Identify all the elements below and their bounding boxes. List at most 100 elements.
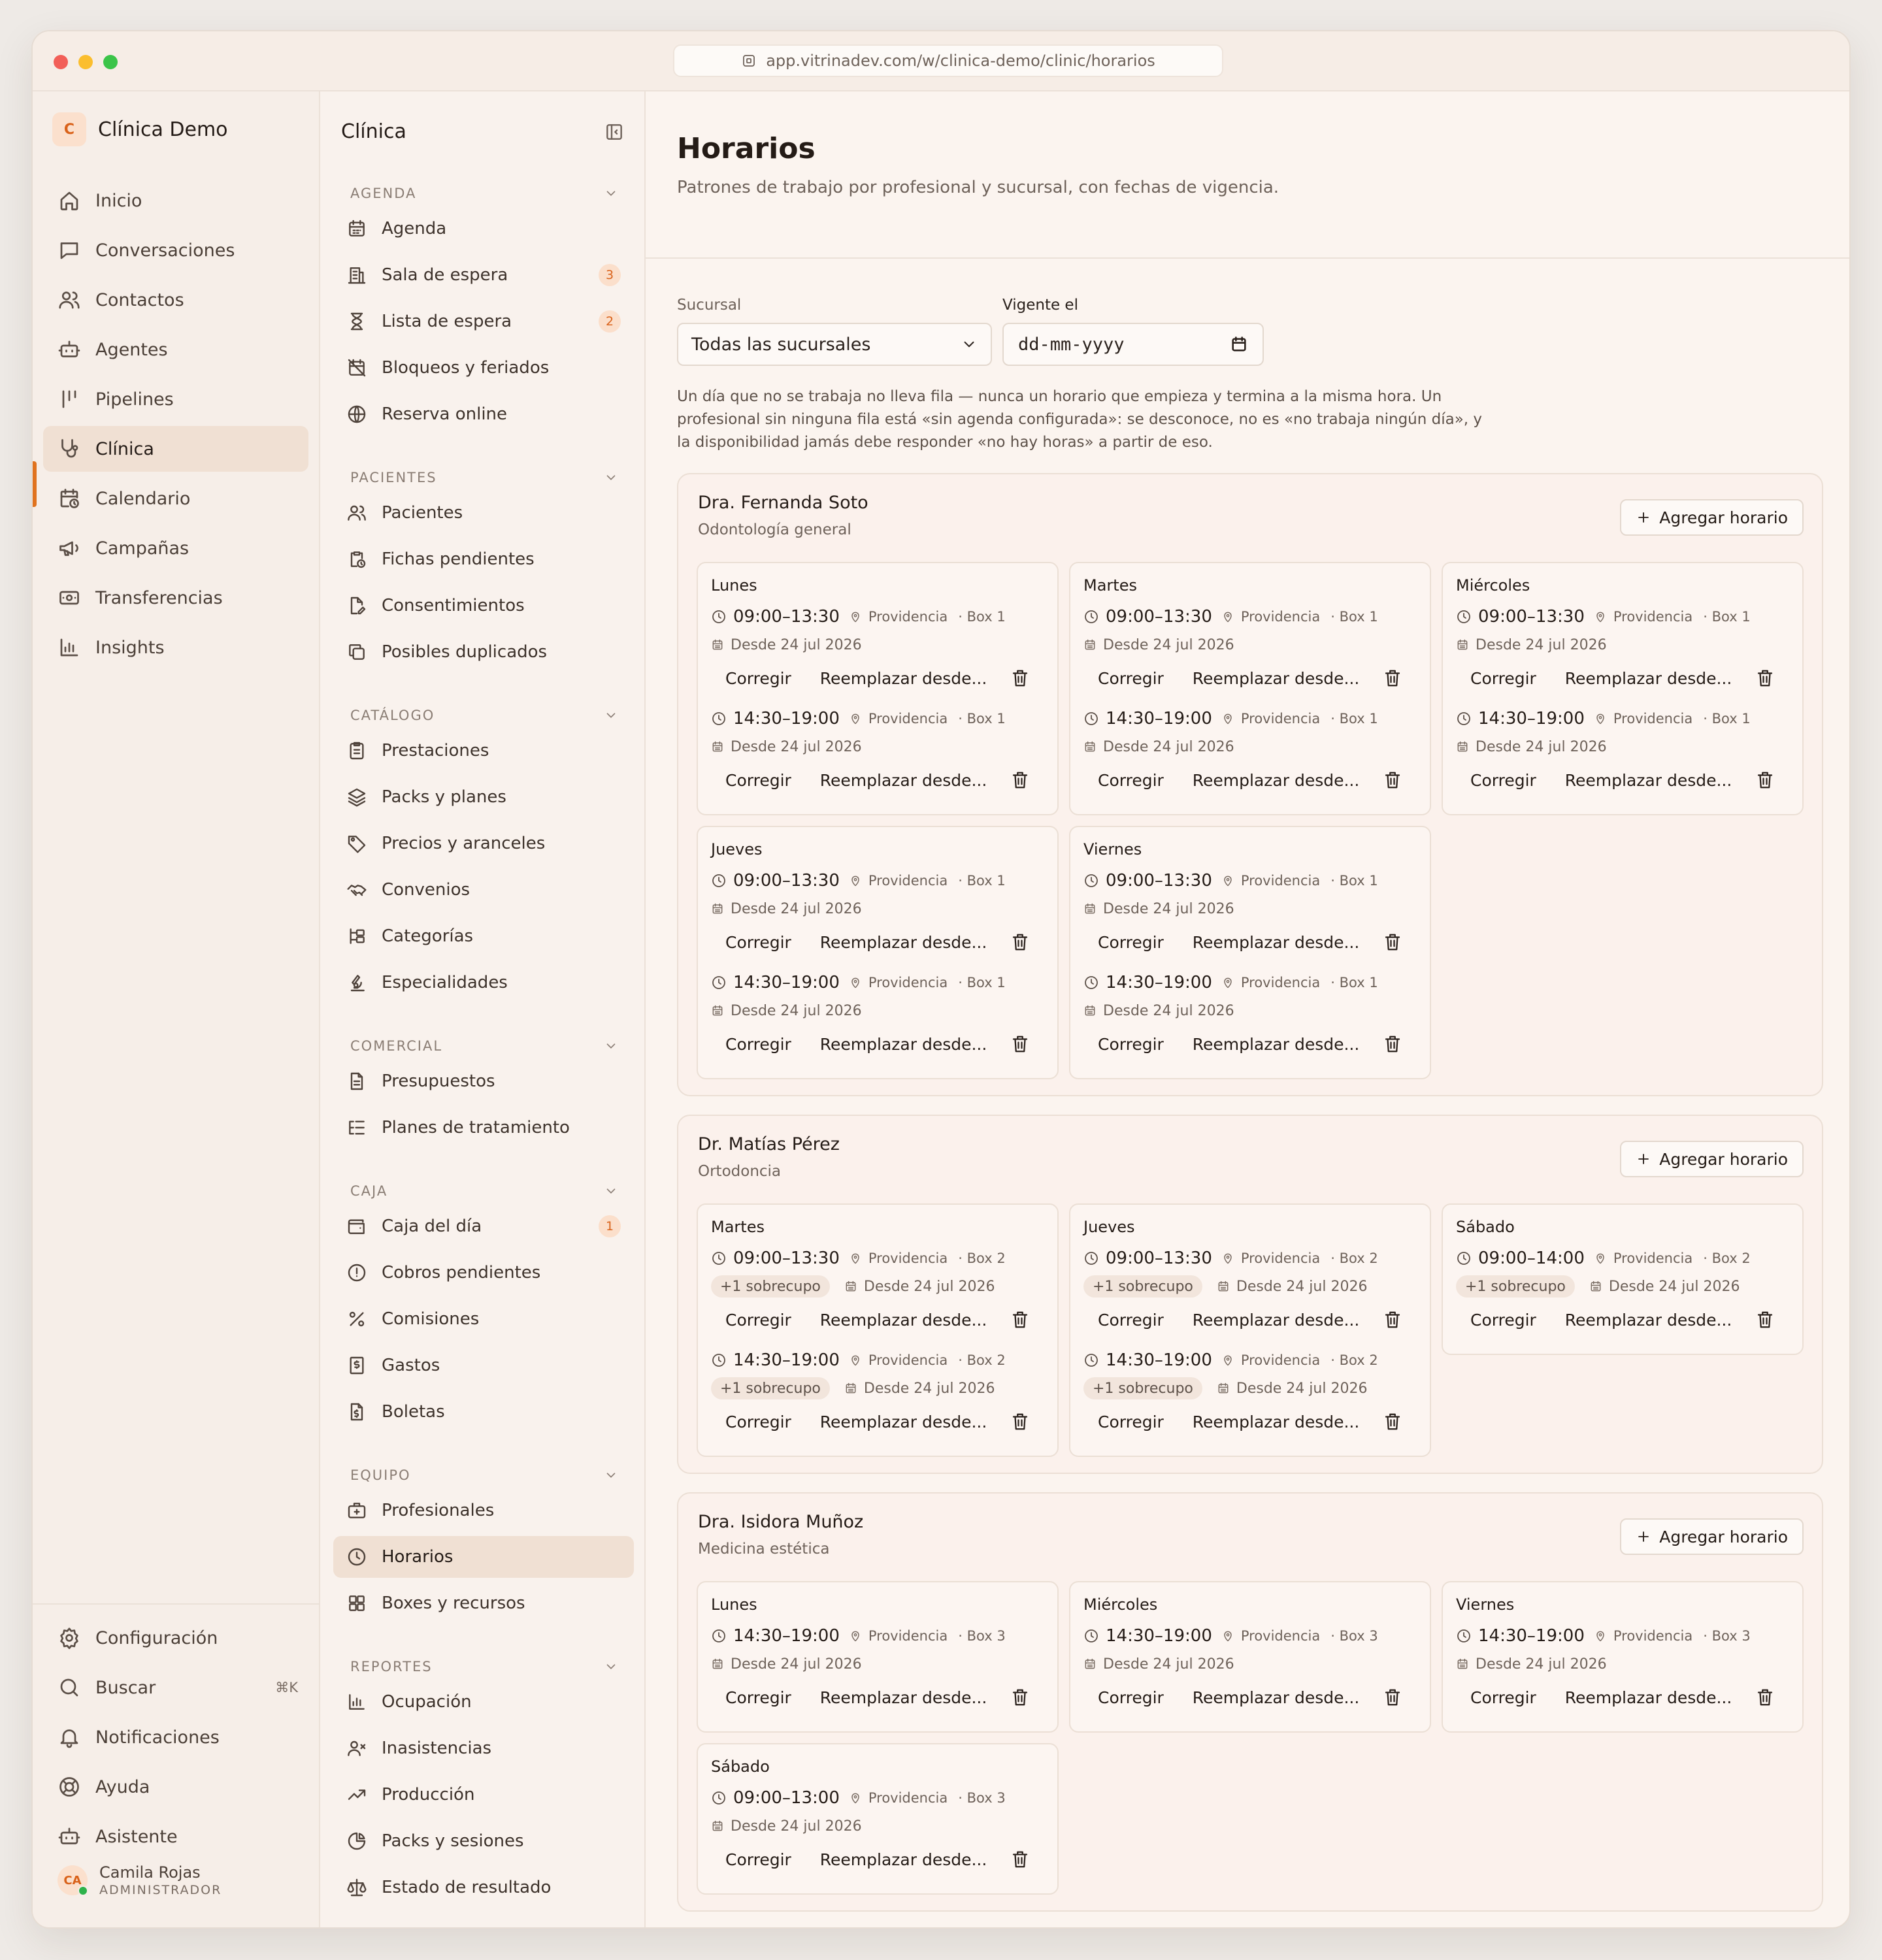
trash-icon[interactable]: [1383, 1412, 1402, 1431]
correct-button[interactable]: Corregir: [1083, 1301, 1178, 1338]
add-schedule-button[interactable]: Agregar horario: [1620, 1518, 1804, 1555]
nav-item-asistente[interactable]: Asistente: [43, 1814, 308, 1859]
trash-icon[interactable]: [1755, 1310, 1775, 1330]
sidebar-item-boxes-y-recursos[interactable]: Boxes y recursos: [333, 1582, 634, 1624]
sidebar-item-reserva-online[interactable]: Reserva online: [333, 393, 634, 435]
sidebar-item-sala-de-espera[interactable]: Sala de espera 3: [333, 254, 634, 296]
correct-button[interactable]: Corregir: [711, 1301, 806, 1338]
branch-select[interactable]: Todas las sucursales: [677, 323, 992, 366]
sidebar-item-comisiones[interactable]: Comisiones: [333, 1298, 634, 1340]
section-header[interactable]: AGENDA: [333, 179, 634, 208]
minimize-window-button[interactable]: [78, 55, 93, 69]
section-header[interactable]: EQUIPO: [333, 1461, 634, 1490]
nav-item-conversaciones[interactable]: Conversaciones: [43, 227, 308, 273]
section-header[interactable]: REPORTES: [333, 1652, 634, 1681]
section-header[interactable]: COMERCIAL: [333, 1032, 634, 1060]
add-schedule-button[interactable]: Agregar horario: [1620, 1141, 1804, 1177]
nav-item-calendario[interactable]: Calendario: [43, 476, 308, 521]
replace-from-button[interactable]: Reemplazar desde...: [806, 1026, 1002, 1062]
sidebar-item-inasistencias[interactable]: Inasistencias: [333, 1727, 634, 1769]
sidebar-item-agenda[interactable]: Agenda: [333, 208, 634, 250]
nav-item-contactos[interactable]: Contactos: [43, 277, 308, 323]
sidebar-item-consentimientos[interactable]: Consentimientos: [333, 585, 634, 627]
sidebar-item-posibles-duplicados[interactable]: Posibles duplicados: [333, 631, 634, 673]
replace-from-button[interactable]: Reemplazar desde...: [1178, 1301, 1374, 1338]
sidebar-item-estado-de-resultado[interactable]: Estado de resultado: [333, 1867, 634, 1908]
sidebar-item-caja-del-dia[interactable]: Caja del día 1: [333, 1205, 634, 1247]
correct-button[interactable]: Corregir: [1083, 762, 1178, 798]
sidebar-item-gastos[interactable]: Gastos: [333, 1345, 634, 1386]
sidebar-item-bloqueos-y-feriados[interactable]: Bloqueos y feriados: [333, 347, 634, 389]
correct-button[interactable]: Corregir: [711, 1841, 806, 1878]
trash-icon[interactable]: [1383, 1034, 1402, 1054]
trash-icon[interactable]: [1383, 932, 1402, 952]
correct-button[interactable]: Corregir: [711, 660, 806, 696]
trash-icon[interactable]: [1383, 770, 1402, 790]
trash-icon[interactable]: [1010, 1850, 1030, 1869]
nav-item-pipelines[interactable]: Pipelines: [43, 376, 308, 422]
trash-icon[interactable]: [1755, 668, 1775, 688]
workspace-switcher[interactable]: C Clínica Demo: [52, 112, 228, 146]
nav-item-campanas[interactable]: Campañas: [43, 525, 308, 571]
correct-button[interactable]: Corregir: [1083, 924, 1178, 960]
sidebar-item-fichas-pendientes[interactable]: Fichas pendientes: [333, 538, 634, 580]
calendar-icon[interactable]: [1230, 335, 1248, 353]
correct-button[interactable]: Corregir: [1456, 1679, 1551, 1716]
nav-item-notificaciones[interactable]: Notificaciones: [43, 1714, 308, 1760]
sidebar-item-planes-de-tratamiento[interactable]: Planes de tratamiento: [333, 1107, 634, 1149]
collapse-sidebar-icon[interactable]: [604, 122, 625, 142]
sidebar-item-lista-de-espera[interactable]: Lista de espera 2: [333, 301, 634, 342]
section-header[interactable]: PACIENTES: [333, 463, 634, 492]
user-menu[interactable]: CA Camila Rojas ADMINISTRADOR: [43, 1863, 308, 1897]
add-schedule-button[interactable]: Agregar horario: [1620, 499, 1804, 536]
replace-from-button[interactable]: Reemplazar desde...: [1551, 660, 1747, 696]
trash-icon[interactable]: [1010, 1688, 1030, 1707]
trash-icon[interactable]: [1010, 1310, 1030, 1330]
sidebar-item-boletas[interactable]: Boletas: [333, 1391, 634, 1433]
trash-icon[interactable]: [1010, 1034, 1030, 1054]
nav-item-inicio[interactable]: Inicio: [43, 178, 308, 223]
replace-from-button[interactable]: Reemplazar desde...: [1178, 1679, 1374, 1716]
trash-icon[interactable]: [1755, 770, 1775, 790]
sidebar-item-packs-y-planes[interactable]: Packs y planes: [333, 776, 634, 818]
correct-button[interactable]: Corregir: [711, 1403, 806, 1440]
sidebar-item-cobros-pendientes[interactable]: Cobros pendientes: [333, 1252, 634, 1294]
correct-button[interactable]: Corregir: [711, 1026, 806, 1062]
trash-icon[interactable]: [1010, 668, 1030, 688]
replace-from-button[interactable]: Reemplazar desde...: [1551, 762, 1747, 798]
sidebar-item-produccion[interactable]: Producción: [333, 1774, 634, 1816]
sidebar-item-presupuestos[interactable]: Presupuestos: [333, 1060, 634, 1102]
nav-item-transferencias[interactable]: Transferencias: [43, 575, 308, 621]
nav-item-clinica[interactable]: Clínica: [43, 426, 308, 472]
trash-icon[interactable]: [1383, 668, 1402, 688]
sidebar-item-categorias[interactable]: Categorías: [333, 915, 634, 957]
trash-icon[interactable]: [1010, 770, 1030, 790]
correct-button[interactable]: Corregir: [1083, 660, 1178, 696]
replace-from-button[interactable]: Reemplazar desde...: [1551, 1301, 1747, 1338]
replace-from-button[interactable]: Reemplazar desde...: [1178, 762, 1374, 798]
replace-from-button[interactable]: Reemplazar desde...: [806, 924, 1002, 960]
sidebar-item-prestaciones[interactable]: Prestaciones: [333, 730, 634, 772]
replace-from-button[interactable]: Reemplazar desde...: [806, 1841, 1002, 1878]
replace-from-button[interactable]: Reemplazar desde...: [1178, 660, 1374, 696]
sidebar-item-ocupacion[interactable]: Ocupación: [333, 1681, 634, 1723]
section-header[interactable]: CAJA: [333, 1177, 634, 1205]
sidebar-item-convenios[interactable]: Convenios: [333, 869, 634, 911]
correct-button[interactable]: Corregir: [1456, 762, 1551, 798]
replace-from-button[interactable]: Reemplazar desde...: [1551, 1679, 1747, 1716]
sidebar-item-profesionales[interactable]: Profesionales: [333, 1490, 634, 1531]
replace-from-button[interactable]: Reemplazar desde...: [806, 660, 1002, 696]
sidebar-item-packs-y-sesiones[interactable]: Packs y sesiones: [333, 1820, 634, 1862]
trash-icon[interactable]: [1383, 1310, 1402, 1330]
nav-item-insights[interactable]: Insights: [43, 625, 308, 670]
nav-item-ayuda[interactable]: Ayuda: [43, 1764, 308, 1810]
correct-button[interactable]: Corregir: [711, 762, 806, 798]
replace-from-button[interactable]: Reemplazar desde...: [806, 1301, 1002, 1338]
correct-button[interactable]: Corregir: [1083, 1026, 1178, 1062]
nav-item-buscar[interactable]: Buscar ⌘K: [43, 1665, 308, 1710]
replace-from-button[interactable]: Reemplazar desde...: [806, 1679, 1002, 1716]
correct-button[interactable]: Corregir: [711, 1679, 806, 1716]
address-bar[interactable]: app.vitrinadev.com/w/clinica-demo/clinic…: [673, 44, 1223, 77]
sidebar-item-horarios[interactable]: Horarios: [333, 1536, 634, 1578]
close-window-button[interactable]: [54, 55, 68, 69]
